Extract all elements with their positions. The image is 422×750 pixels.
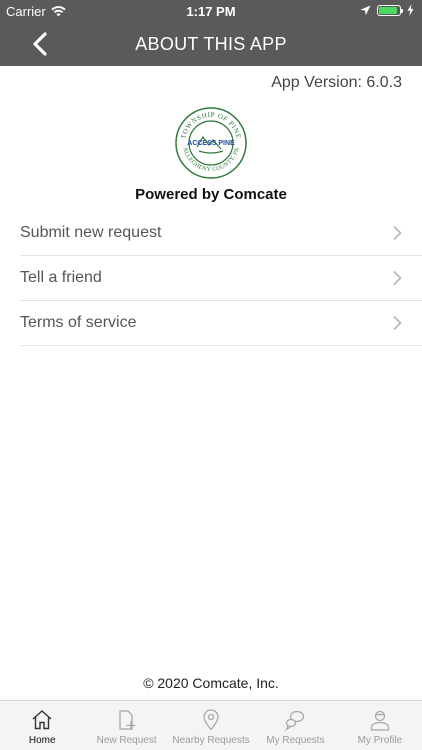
tab-label: New Request xyxy=(96,735,157,746)
copyright-text: © 2020 Comcate, Inc. xyxy=(143,675,279,691)
location-arrow-icon xyxy=(360,5,371,15)
chat-bubbles-icon xyxy=(285,710,305,732)
home-icon xyxy=(32,710,52,730)
menu-item-label: Submit new request xyxy=(20,224,162,241)
tell-a-friend-item[interactable]: Tell a friend xyxy=(20,256,422,301)
tab-new-request[interactable]: New Request xyxy=(84,701,168,750)
status-bar: Carrier 1:17 PM xyxy=(0,0,422,22)
charging-bolt-icon xyxy=(407,4,414,16)
chevron-right-icon xyxy=(393,315,402,331)
status-time: 1:17 PM xyxy=(186,4,236,19)
page-title: ABOUT THIS APP xyxy=(135,34,287,54)
tab-label: Home xyxy=(28,735,56,746)
chevron-right-icon xyxy=(393,270,402,286)
tab-my-requests[interactable]: My Requests xyxy=(253,701,337,750)
status-right xyxy=(360,4,414,16)
township-logo: TOWNSHIP OF PINE ALLEGHENY COUNTY, PA AC… xyxy=(175,107,247,179)
submit-new-request-item[interactable]: Submit new request xyxy=(20,211,422,256)
battery-icon xyxy=(377,4,403,16)
powered-by-label: Powered by Comcate xyxy=(135,186,287,203)
map-pin-icon xyxy=(203,709,219,731)
about-menu-list: Submit new request Tell a friend Terms o… xyxy=(20,211,422,346)
new-request-icon xyxy=(118,710,136,730)
seal-center-text: ACCESS PINE xyxy=(187,140,235,147)
terms-of-service-item[interactable]: Terms of service xyxy=(20,301,422,346)
chevron-right-icon xyxy=(393,225,402,241)
tab-my-profile[interactable]: My Profile xyxy=(338,701,422,750)
battery-level xyxy=(379,6,397,14)
profile-icon xyxy=(370,710,389,731)
navigation-bar: ABOUT THIS APP xyxy=(0,22,422,66)
bottom-tab-bar: Home New Request Nearby Requests My Requ… xyxy=(0,700,422,750)
tab-label: My Profile xyxy=(357,735,403,746)
menu-item-label: Terms of service xyxy=(20,314,137,331)
app-version: App Version: 6.0.3 xyxy=(271,74,402,91)
township-of-pine-seal-icon: TOWNSHIP OF PINE ALLEGHENY COUNTY, PA AC… xyxy=(175,107,247,179)
tab-nearby-requests[interactable]: Nearby Requests xyxy=(169,701,253,750)
tab-home[interactable]: Home xyxy=(0,701,84,750)
menu-item-label: Tell a friend xyxy=(20,269,102,286)
tab-label: My Requests xyxy=(266,735,325,746)
tab-label: Nearby Requests xyxy=(172,735,250,746)
